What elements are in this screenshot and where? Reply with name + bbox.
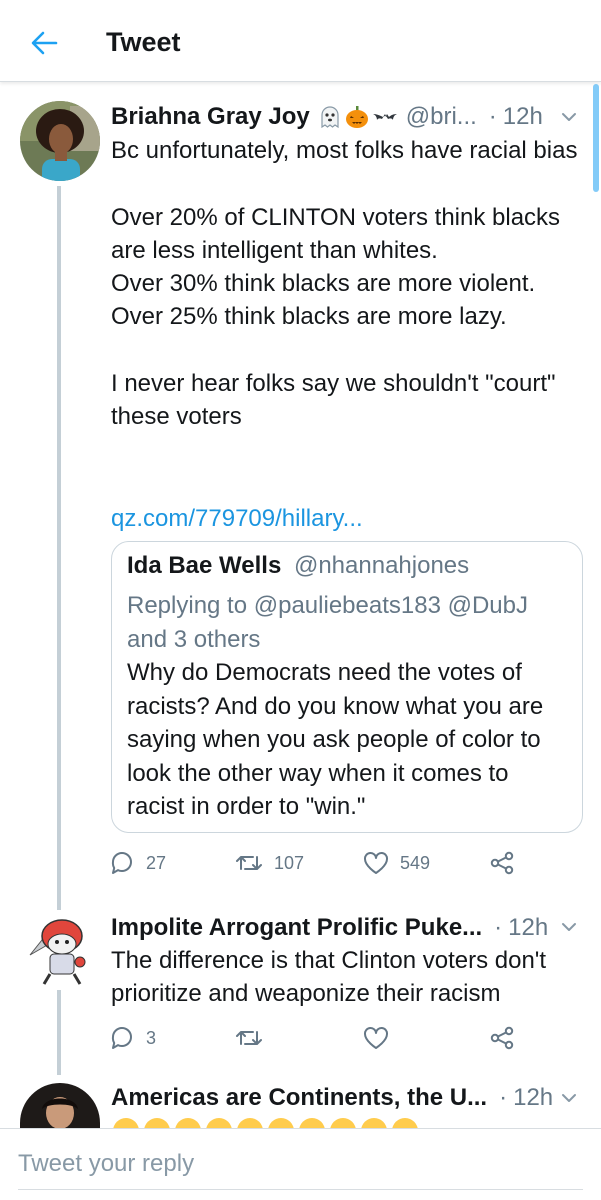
quoted-tweet-header: Ida Bae Wells @nhannahjones [127,552,469,580]
laughing-crying-emoji [206,1118,232,1128]
retweet-count: 107 [274,852,305,873]
tweet-header: Briahna Gray Joy @bri... · 12h [111,99,543,135]
tweet-header: Impolite Arrogant Prolific Puke... · 12h [111,910,548,946]
tweet-text: The difference is that Clinton voters do… [111,947,547,1008]
share-icon [490,851,514,875]
reply-button[interactable]: 3 [108,1018,156,1058]
share-button[interactable] [488,1018,516,1058]
replying-others[interactable]: and 3 others [127,626,260,653]
separator-dot: · [488,103,497,130]
timestamp: 12h [513,1084,554,1111]
back-arrow-icon [31,31,58,55]
page-title: Tweet [106,27,181,57]
article-link[interactable]: qz.com/779709/hillary... [111,502,363,535]
quoted-tweet-text: Why do Democrats need the votes of racis… [127,659,544,820]
reply-count: 27 [146,852,167,873]
avatar-americas[interactable] [20,1083,100,1128]
jack-o-lantern-emoji [345,105,369,129]
laughing-crying-emoji [237,1118,263,1128]
laughing-crying-emoji [361,1118,387,1128]
heart-icon [364,1027,388,1049]
heart-icon [364,852,388,874]
author-name[interactable]: Briahna Gray Joy [111,103,310,131]
like-count: 549 [400,852,431,873]
share-icon [490,1026,514,1050]
reply-composer [0,1128,601,1200]
mention-link[interactable]: @DubJ [448,592,528,619]
timestamp: 12h [502,103,543,130]
retweet-button[interactable] [234,1018,264,1058]
retweet-icon [236,1031,262,1045]
reply-icon [111,852,132,874]
tweet-actions: 27 107 549 [108,843,528,883]
quoted-author-handle: @nhannahjones [293,552,470,579]
laughing-crying-emoji [144,1118,170,1128]
laughing-crying-emoji [392,1118,418,1128]
emoji-row [111,1116,420,1128]
tweet-actions: 3 [108,1018,528,1058]
mention-link[interactable]: @pauliebeats183 [254,592,441,619]
laughing-crying-emoji [113,1118,139,1128]
separator-dot: · [494,914,503,941]
like-button[interactable]: 549 [362,843,430,883]
reply-input[interactable] [18,1147,578,1181]
separator-dot: · [499,1084,508,1111]
retweet-button[interactable]: 107 [234,843,304,883]
chevron-down-icon[interactable] [559,107,579,127]
reply-button[interactable]: 27 [108,843,166,883]
avatar-briahna[interactable] [20,101,100,181]
tweet-text: Bc unfortunately, most folks have racial… [111,137,578,431]
timestamp: 12h [508,914,549,941]
reply-input-underline [18,1189,583,1190]
author-handle[interactable]: @bri... [406,103,477,131]
chevron-down-icon[interactable] [559,917,579,937]
tweet-header: Americas are Continents, the U... · 12h [111,1080,553,1116]
laughing-crying-emoji [299,1118,325,1128]
author-name[interactable]: Americas are Continents, the U... [111,1084,487,1112]
laughing-crying-emoji [330,1118,356,1128]
back-button[interactable] [20,22,68,64]
quoted-tweet[interactable]: Ida Bae Wells @nhannahjones Replying to … [111,541,583,833]
reply-icon [111,1027,132,1049]
author-name[interactable]: Impolite Arrogant Prolific Puke... [111,914,482,942]
chevron-down-icon[interactable] [559,1088,579,1108]
thread-line [57,995,61,1075]
avatar-impolite[interactable] [20,910,100,990]
laughing-crying-emoji [175,1118,201,1128]
laughing-crying-emoji [268,1118,294,1128]
replying-to: Replying to @pauliebeats183 @DubJ and 3 … [127,589,567,656]
retweet-icon [236,856,262,870]
replying-to-label: Replying to [127,592,248,619]
bat-emoji [372,105,398,129]
reply-count: 3 [146,1027,157,1048]
ghost-emoji [318,105,342,129]
top-app-bar: Tweet [0,0,601,82]
like-button[interactable] [362,1018,390,1058]
share-button[interactable] [488,843,516,883]
scroll-indicator[interactable] [593,84,599,192]
quoted-author-name: Ida Bae Wells [127,552,282,579]
